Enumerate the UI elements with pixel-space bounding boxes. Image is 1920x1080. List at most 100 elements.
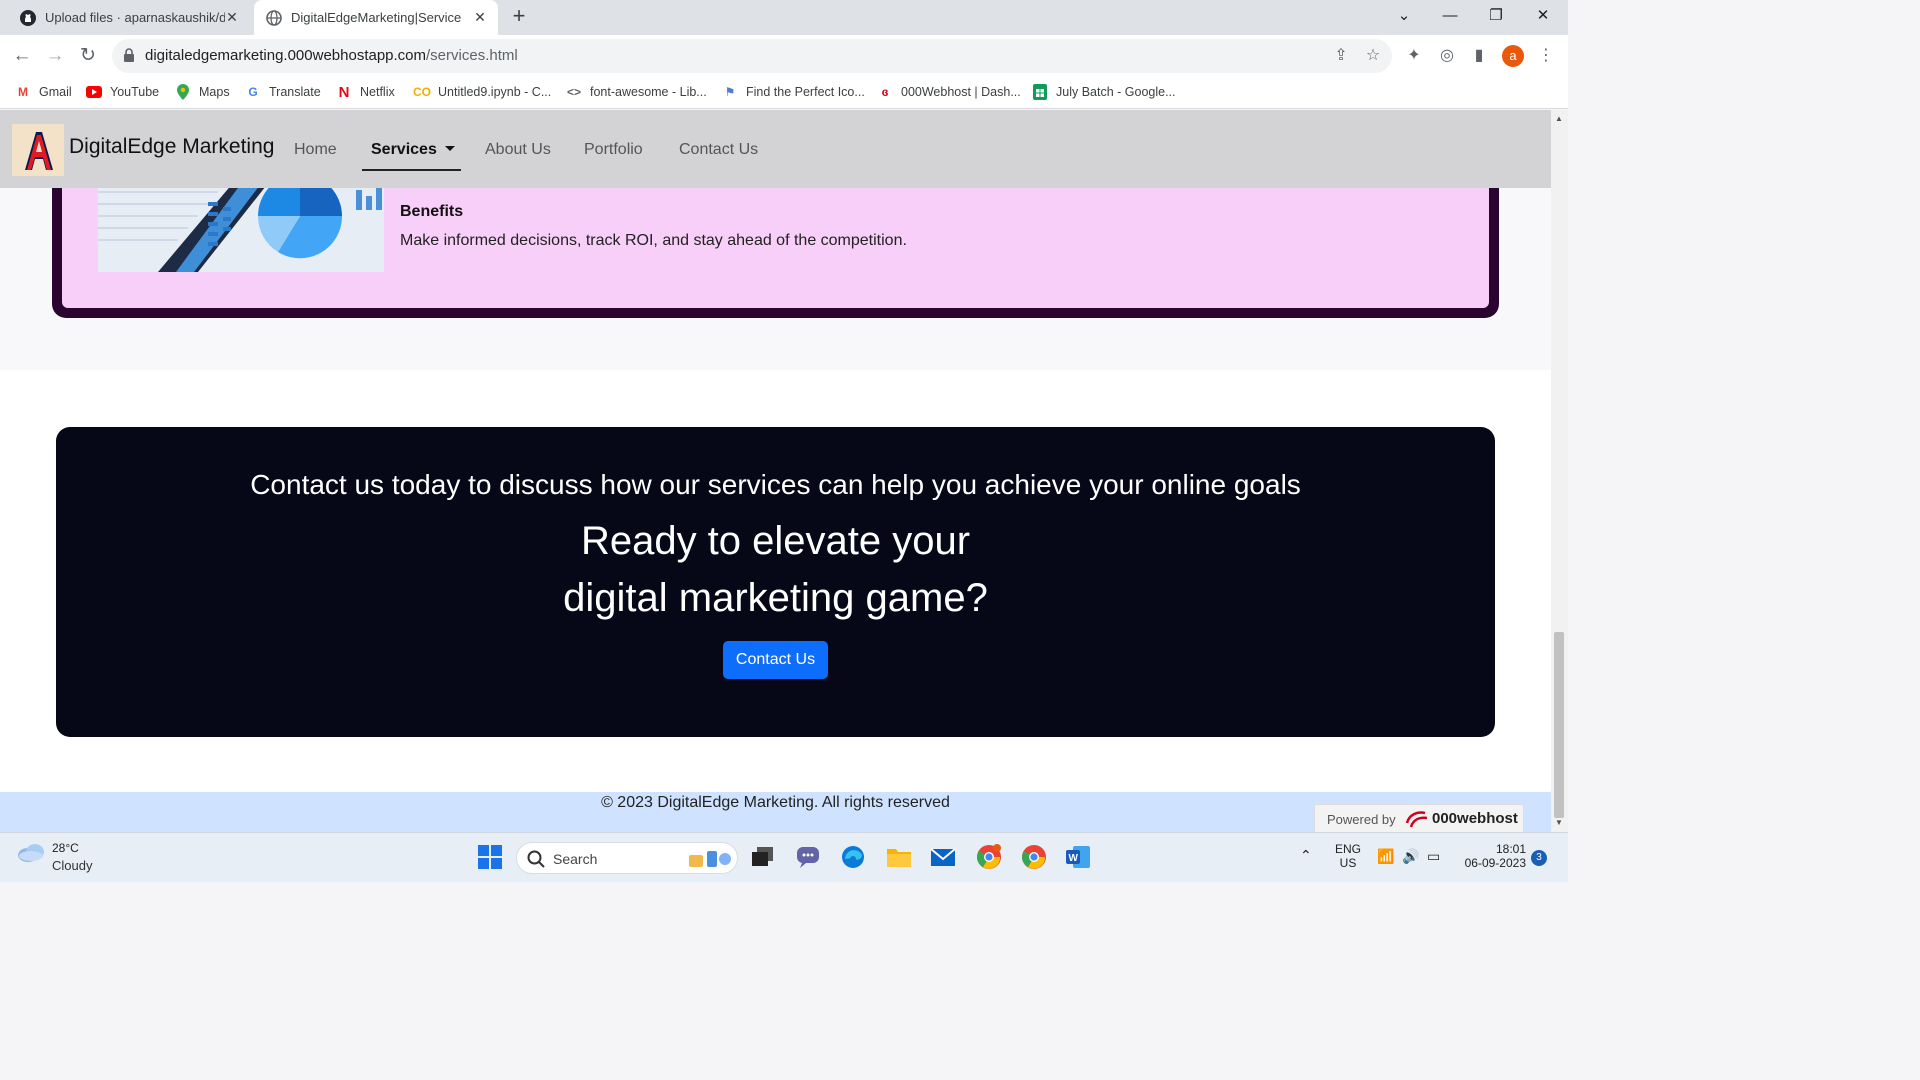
bookmark-label: Maps (199, 85, 230, 99)
service-title: Benefits (400, 203, 464, 220)
weather-condition: Cloudy (52, 858, 93, 873)
minimize-icon[interactable]: — (1427, 0, 1473, 35)
new-tab-icon[interactable]: + (508, 5, 530, 28)
weather-temp: 28°C (52, 841, 79, 855)
clock-date: 06-09-2023 (1464, 856, 1526, 870)
teams-chat-icon[interactable] (795, 844, 821, 870)
bookmark-netflix[interactable]: N Netflix (336, 83, 395, 101)
wifi-icon[interactable]: 📶 (1377, 848, 1394, 865)
search-highlight-icon (689, 851, 731, 867)
bookmark-label: 000Webhost | Dash... (901, 85, 1021, 99)
github-icon (20, 9, 36, 26)
clock[interactable]: 18:01 06-09-2023 (1456, 842, 1526, 870)
bookmark-label: YouTube (110, 85, 160, 99)
reload-icon[interactable]: ↻ (75, 43, 101, 69)
bookmark-label: Netflix (360, 85, 395, 99)
address-bar[interactable]: digitaledgemarketing.000webhostapp.com/s… (112, 39, 1392, 73)
powered-by-label: Powered by (1327, 812, 1396, 827)
nav-contact-us[interactable]: Contact Us (679, 141, 758, 159)
bookmark-font-awesome[interactable]: <> font-awesome - Lib... (566, 83, 707, 101)
windows-start-icon[interactable] (477, 844, 503, 870)
bookmark-star-icon[interactable]: ☆ (1362, 45, 1384, 67)
file-explorer-icon[interactable] (886, 844, 912, 870)
bookmark-000webhost[interactable]: ɞ 000Webhost | Dash... (877, 83, 1021, 101)
nav-portfolio[interactable]: Portfolio (584, 141, 643, 159)
lock-icon (124, 48, 134, 62)
extensions-icon[interactable]: ✦ (1403, 45, 1425, 67)
tab-services[interactable]: DigitalEdgeMarketing|Services| ✕ (254, 0, 498, 35)
site-logo[interactable] (12, 124, 64, 176)
svg-text:W: W (1069, 853, 1079, 864)
volume-icon[interactable]: 🔊 (1402, 848, 1419, 865)
maximize-icon[interactable]: ❐ (1473, 0, 1519, 35)
netflix-icon: N (338, 83, 350, 101)
bookmark-label: Translate (269, 85, 321, 99)
region-code: US (1339, 856, 1357, 870)
bookmark-label: Gmail (39, 85, 72, 99)
bookmark-maps[interactable]: Maps (175, 83, 230, 101)
task-view-icon[interactable] (750, 844, 776, 870)
code-icon: <> (566, 85, 581, 99)
chrome-icon[interactable] (1021, 844, 1047, 870)
cta-heading-line2: digital marketing game? (563, 576, 988, 620)
scroll-down-icon[interactable]: ▼ (1555, 818, 1563, 827)
chevron-down-icon (444, 146, 455, 151)
service-description: Make informed decisions, track ROI, and … (400, 232, 907, 249)
chrome-profile-icon[interactable] (976, 844, 1002, 870)
show-hidden-icons-icon[interactable]: ⌃ (1300, 847, 1312, 864)
nav-home[interactable]: Home (294, 141, 337, 159)
side-panel-icon[interactable]: ▮ (1468, 45, 1490, 67)
powered-by-badge[interactable]: Powered by 000webhost (1314, 804, 1524, 832)
clock-time: 18:01 (1495, 842, 1526, 856)
nav-services[interactable]: Services (371, 141, 455, 159)
bookmark-find-icon[interactable]: ⚑ Find the Perfect Ico... (722, 83, 865, 101)
url-text: digitaledgemarketing.000webhostapp.com/s… (145, 47, 518, 64)
browser-toolbar: ← → ↻ digitaledgemarketing.000webhostapp… (0, 35, 1568, 76)
scroll-up-icon[interactable]: ▲ (1555, 114, 1563, 123)
language-code: ENG (1334, 842, 1361, 856)
share-icon[interactable]: ⇪ (1330, 45, 1352, 67)
language-indicator[interactable]: ENG US (1334, 842, 1362, 870)
windows-taskbar: 28°C Cloudy Search W ⌃ ENG US 📶 🔊 ▭ 18:0… (0, 832, 1568, 882)
youtube-icon (86, 84, 102, 100)
notification-badge[interactable]: 3 (1531, 850, 1547, 866)
close-icon[interactable]: ✕ (472, 9, 488, 25)
profile-avatar[interactable]: a (1502, 45, 1524, 67)
contact-us-button[interactable]: Contact Us (723, 641, 828, 679)
analytics-image (98, 182, 384, 272)
bookmark-july-batch[interactable]: July Batch - Google... (1032, 83, 1176, 101)
back-icon[interactable]: ← (9, 43, 35, 69)
tab-upload-files[interactable]: Upload files · aparnaskaushik/dig ✕ (12, 0, 250, 35)
close-icon[interactable]: ✕ (224, 9, 240, 25)
bookmark-label: Untitled9.ipynb - C... (438, 85, 552, 99)
page-scrollbar[interactable]: ▲ ▼ (1551, 110, 1568, 832)
bookmark-gmail[interactable]: M Gmail (15, 83, 72, 101)
battery-icon[interactable]: ▭ (1427, 848, 1440, 865)
performance-icon[interactable]: ◎ (1436, 45, 1458, 67)
mail-icon[interactable] (930, 844, 956, 870)
bookmark-youtube[interactable]: YouTube (86, 83, 159, 101)
weather-widget[interactable]: 28°C Cloudy (16, 841, 92, 873)
menu-icon[interactable]: ⋮ (1535, 45, 1557, 67)
bookmark-colab[interactable]: CO Untitled9.ipynb - C... (413, 83, 552, 101)
webhost-icon: ɞ (881, 85, 889, 99)
cta-section: Contact us today to discuss how our serv… (56, 427, 1495, 737)
search-icon (527, 850, 545, 868)
cta-heading: Ready to elevate your digital marketing … (56, 513, 1495, 627)
bookmarks-bar: M Gmail YouTube Maps G Translate N Netflix … (0, 76, 1568, 109)
tab-search-icon[interactable]: ⌄ (1381, 0, 1427, 35)
site-brand[interactable]: DigitalEdge Marketing (69, 135, 274, 159)
word-icon[interactable]: W (1065, 844, 1091, 870)
url-host: digitaledgemarketing.000webhostapp.com (145, 47, 427, 64)
nav-about-us[interactable]: About Us (485, 141, 551, 159)
taskbar-search[interactable]: Search (516, 842, 738, 874)
globe-icon (266, 9, 282, 26)
scrollbar-thumb[interactable] (1554, 632, 1564, 818)
maps-icon (175, 84, 191, 100)
edge-icon[interactable] (840, 844, 866, 870)
cloud-icon (18, 844, 44, 862)
forward-icon[interactable]: → (42, 43, 68, 69)
bookmark-translate[interactable]: G Translate (245, 83, 321, 101)
url-path: /services.html (426, 47, 518, 64)
window-close-icon[interactable]: ✕ (1520, 0, 1566, 35)
